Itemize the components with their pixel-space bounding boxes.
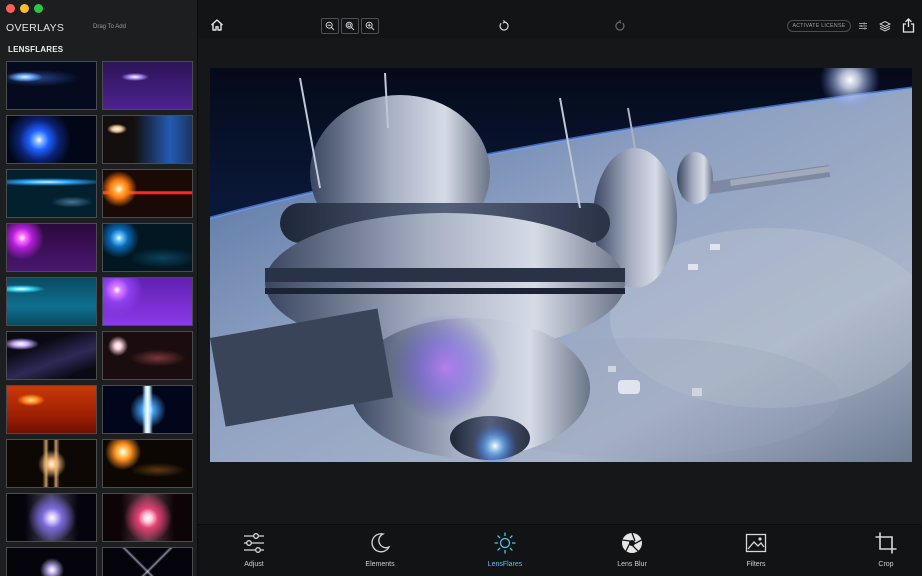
lensflare-thumbnail[interactable] bbox=[102, 115, 193, 164]
top-toolbar: ACTIVATE LICENSE bbox=[198, 0, 922, 38]
redo-button[interactable] bbox=[612, 18, 628, 34]
tool-label: Filters bbox=[746, 561, 766, 568]
undo-button[interactable] bbox=[496, 18, 512, 34]
tool-label: Lens Blur bbox=[617, 561, 647, 568]
share-button[interactable] bbox=[900, 16, 916, 34]
tool-label: Elements bbox=[365, 561, 395, 568]
lensflare-thumbnail[interactable] bbox=[6, 331, 97, 380]
tool-elements[interactable]: Elements bbox=[340, 531, 420, 568]
lensflare-thumbnail[interactable] bbox=[6, 61, 97, 110]
lensflare-thumbnail[interactable] bbox=[102, 61, 193, 110]
lensflare-thumbnail[interactable] bbox=[102, 439, 193, 488]
zoom-fit-icon bbox=[345, 21, 355, 31]
space-station-photo[interactable] bbox=[210, 68, 912, 462]
tool-crop[interactable]: Crop bbox=[846, 531, 922, 568]
lensflare-thumbnail[interactable] bbox=[6, 439, 97, 488]
overlays-sidebar: OVERLAYS Drag To Add LENSFLARES bbox=[0, 0, 198, 576]
tool-filters[interactable]: Filters bbox=[716, 531, 796, 568]
layers-icon bbox=[879, 20, 891, 32]
lensflare-thumbnail[interactable] bbox=[6, 115, 97, 164]
drag-hint: Drag To Add bbox=[93, 24, 126, 30]
moon-icon bbox=[371, 533, 391, 553]
lensflare-thumbnail[interactable] bbox=[6, 385, 97, 434]
tool-lensflares[interactable]: LensFlares bbox=[465, 531, 545, 568]
sun-icon bbox=[494, 532, 516, 554]
lensflare-thumbnail[interactable] bbox=[6, 169, 97, 218]
lensflare-thumbnail[interactable] bbox=[102, 223, 193, 272]
zoom-fit-button[interactable] bbox=[341, 18, 359, 34]
lensflare-thumbnail[interactable] bbox=[102, 277, 193, 326]
lensflare-thumbnail[interactable] bbox=[102, 385, 193, 434]
layers-button[interactable] bbox=[877, 18, 893, 34]
lensflare-thumbnail[interactable] bbox=[6, 223, 97, 272]
undo-icon bbox=[499, 20, 509, 31]
redo-icon bbox=[615, 20, 625, 31]
lensflare-thumbnail[interactable] bbox=[102, 547, 193, 576]
lensflare-thumbnail[interactable] bbox=[6, 493, 97, 542]
minimize-window-button[interactable] bbox=[20, 4, 29, 13]
lensflare-thumbnail[interactable] bbox=[102, 493, 193, 542]
home-button[interactable] bbox=[209, 17, 225, 33]
space-station-image bbox=[210, 68, 912, 462]
tool-adjust[interactable]: Adjust bbox=[214, 531, 294, 568]
window-controls bbox=[6, 4, 43, 13]
tool-label: Crop bbox=[878, 561, 894, 568]
activate-license-button[interactable]: ACTIVATE LICENSE bbox=[787, 20, 851, 32]
image-icon bbox=[745, 533, 767, 553]
settings-sliders-button[interactable] bbox=[856, 19, 870, 33]
aperture-icon bbox=[622, 532, 642, 553]
close-window-button[interactable] bbox=[6, 4, 15, 13]
lensflares-section-title: LENSFLARES bbox=[8, 45, 64, 54]
home-icon bbox=[211, 19, 223, 31]
lensflare-thumbnail[interactable] bbox=[102, 331, 193, 380]
share-icon bbox=[902, 17, 914, 33]
zoom-out-icon bbox=[325, 21, 335, 31]
adjust-sliders-icon bbox=[244, 533, 264, 553]
lensflare-thumbnail[interactable] bbox=[102, 169, 193, 218]
lensflare-thumbnail[interactable] bbox=[6, 277, 97, 326]
tool-label: Adjust bbox=[244, 561, 264, 568]
zoom-in-button[interactable] bbox=[361, 18, 379, 34]
sliders-icon bbox=[859, 22, 867, 30]
lensflare-thumbnail-grid bbox=[6, 61, 194, 576]
tool-label: LensFlares bbox=[487, 561, 523, 568]
tool-lens-blur[interactable]: Lens Blur bbox=[592, 531, 672, 568]
canvas-area bbox=[198, 38, 922, 524]
zoom-window-button[interactable] bbox=[34, 4, 43, 13]
zoom-in-icon bbox=[365, 21, 375, 31]
overlays-title: OVERLAYS bbox=[6, 22, 65, 34]
lensflare-thumbnail[interactable] bbox=[6, 547, 97, 576]
zoom-out-button[interactable] bbox=[321, 18, 339, 34]
crop-icon bbox=[875, 532, 897, 554]
bottom-toolbar: Adjust Elements LensFlares Lens Blur Fil… bbox=[198, 524, 922, 576]
